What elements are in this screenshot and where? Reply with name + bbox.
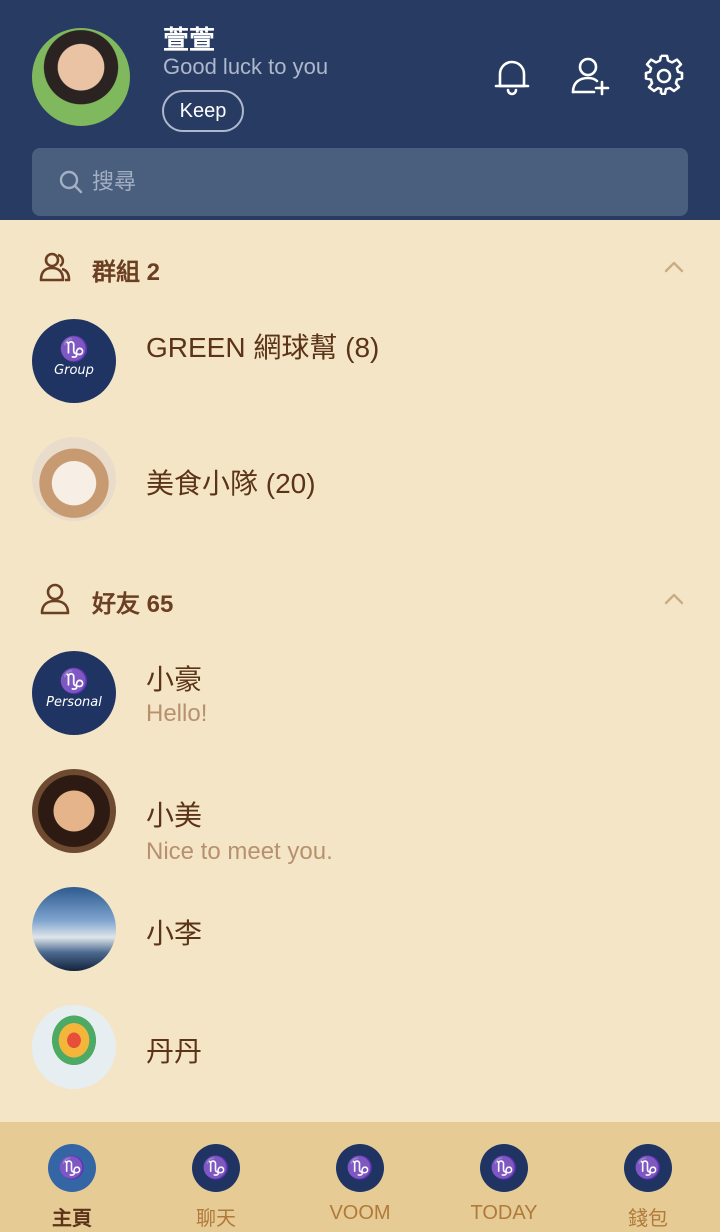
bell-icon[interactable] — [490, 54, 534, 98]
friends-section-title: 好友 65 — [92, 591, 174, 618]
group-name: GREEN 網球幫 (8) — [146, 332, 380, 363]
group-name: 美食小隊 (20) — [146, 468, 316, 499]
group-avatar: ♑ Group — [32, 319, 116, 403]
profile-name[interactable]: 萱萱 — [163, 20, 215, 57]
nav-tab-label: 聊天 — [196, 1208, 236, 1230]
friend-name: 小美 — [146, 800, 203, 831]
nav-tab-chats[interactable]: ♑ 聊天 — [144, 1122, 288, 1232]
friend-avatar — [32, 887, 116, 971]
keep-button[interactable]: Keep — [162, 90, 244, 132]
nav-tab-today[interactable]: ♑ TODAY — [432, 1122, 576, 1232]
friend-item[interactable]: 丹丹 — [0, 992, 720, 1102]
capricorn-icon: ♑ — [48, 1144, 96, 1192]
profile-avatar[interactable] — [32, 28, 130, 126]
group-item[interactable]: 美食小隊 (20) — [0, 424, 720, 534]
friend-name: 丹丹 — [146, 1036, 203, 1067]
nav-tab-label: TODAY — [470, 1202, 538, 1224]
search-bar[interactable] — [32, 148, 688, 216]
nav-tab-label: 錢包 — [628, 1208, 668, 1230]
friend-name: 小李 — [146, 918, 203, 949]
nav-tab-voom[interactable]: ♑ VOOM — [288, 1122, 432, 1232]
friend-avatar — [32, 1005, 116, 1089]
friend-avatar — [32, 769, 116, 853]
profile-header: 萱萱 Good luck to you Keep — [0, 0, 720, 220]
nav-tab-label: VOOM — [329, 1202, 391, 1224]
profile-status-message[interactable]: Good luck to you — [163, 54, 328, 80]
friend-item[interactable]: 小美 Nice to meet you. — [0, 756, 720, 866]
bottom-navigation: ♑ 主頁 ♑ 聊天 ♑ VOOM ♑ TODAY ♑ 錢包 — [0, 1122, 720, 1232]
friend-name: 小豪 — [146, 664, 203, 695]
friend-item[interactable]: 小李 — [0, 874, 720, 984]
groups-section-header[interactable]: 群組 2 — [0, 236, 720, 296]
friends-section-header[interactable]: 好友 65 — [0, 568, 720, 628]
capricorn-icon: ♑ — [624, 1144, 672, 1192]
capricorn-icon: ♑ — [480, 1144, 528, 1192]
friend-avatar: ♑ Personal — [32, 651, 116, 735]
nav-tab-wallet[interactable]: ♑ 錢包 — [576, 1122, 720, 1232]
gear-icon[interactable] — [642, 54, 686, 98]
capricorn-icon: ♑ — [192, 1144, 240, 1192]
chevron-up-icon[interactable] — [662, 255, 686, 279]
group-icon — [39, 252, 71, 282]
nav-tab-label: 主頁 — [52, 1208, 92, 1230]
groups-section-title: 群組 2 — [92, 259, 161, 286]
add-friend-icon[interactable] — [568, 54, 612, 98]
group-avatar — [32, 437, 116, 521]
nav-tab-home[interactable]: ♑ 主頁 — [0, 1122, 144, 1232]
chevron-up-icon[interactable] — [662, 587, 686, 611]
friend-status-message: Hello! — [146, 700, 208, 727]
friend-item[interactable]: ♑ Personal 小豪 Hello! — [0, 638, 720, 748]
person-icon — [40, 583, 70, 615]
search-input[interactable] — [92, 164, 652, 200]
search-icon — [59, 170, 83, 194]
group-item[interactable]: ♑ Group GREEN 網球幫 (8) — [0, 306, 720, 416]
capricorn-icon: ♑ — [336, 1144, 384, 1192]
friend-status-message: Nice to meet you. — [146, 838, 333, 865]
